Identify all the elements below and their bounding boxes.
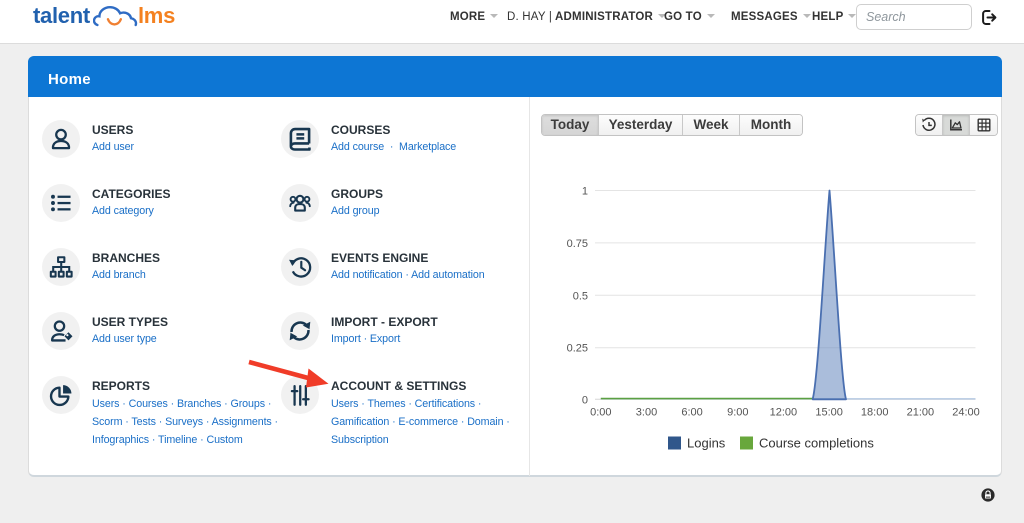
svg-text:9:00: 9:00 <box>727 407 748 419</box>
svg-text:Logins: Logins <box>687 436 726 451</box>
svg-text:6:00: 6:00 <box>681 407 702 419</box>
svg-text:0:00: 0:00 <box>590 407 611 419</box>
svg-text:1: 1 <box>582 186 588 198</box>
svg-text:18:00: 18:00 <box>861 407 889 419</box>
svg-text:3:00: 3:00 <box>636 407 657 419</box>
svg-text:15:00: 15:00 <box>815 407 843 419</box>
svg-text:12:00: 12:00 <box>770 407 798 419</box>
svg-text:0.5: 0.5 <box>573 290 588 302</box>
svg-text:Course completions: Course completions <box>759 436 874 451</box>
svg-text:21:00: 21:00 <box>907 407 935 419</box>
svg-text:24:00: 24:00 <box>952 407 980 419</box>
svg-text:0: 0 <box>582 394 588 406</box>
svg-text:0.75: 0.75 <box>567 238 588 250</box>
svg-text:0.25: 0.25 <box>567 343 588 355</box>
